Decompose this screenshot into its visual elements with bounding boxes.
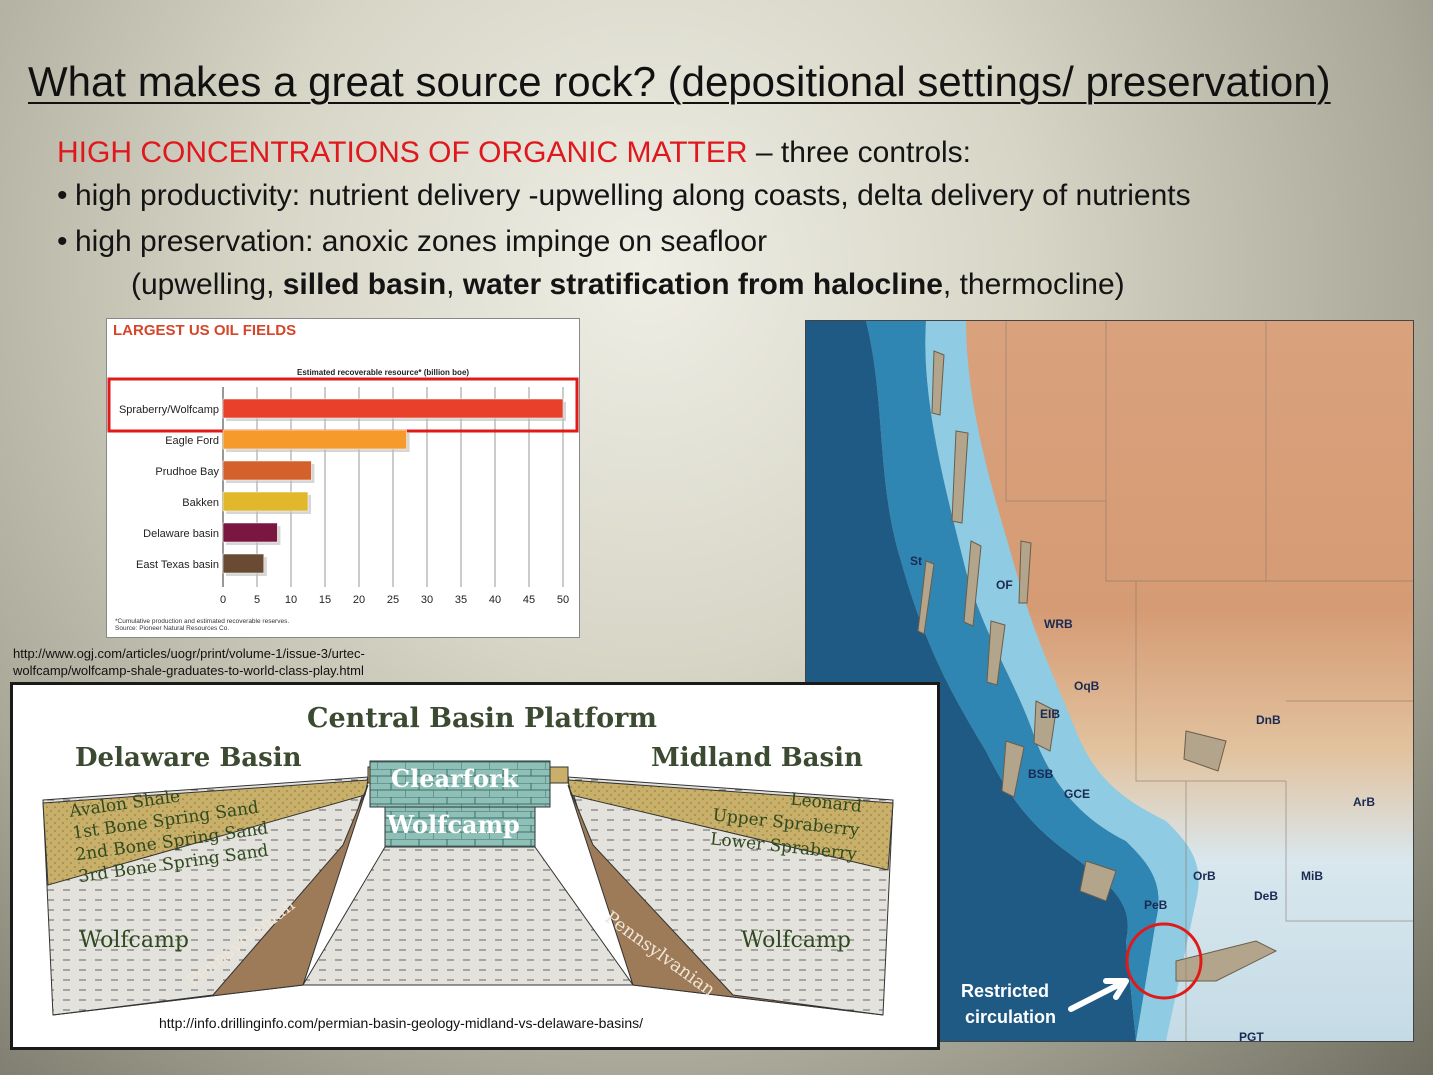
map-label: EIB [1040,707,1061,721]
chart-tick-label: 25 [387,594,399,606]
map-label: PGT [1239,1030,1264,1042]
midland-basin-label: Midland Basin [651,743,863,773]
chart-category-label: Prudhoe Bay [155,466,219,478]
oil-fields-chart: 0 5 10 15 20 25 30 35 40 45 50 Spraberry/Wolfcamp Ea… [106,318,580,638]
bullet-icon: • [57,179,68,212]
halocline-text: water stratification from halocline [462,268,943,301]
details-comma: , [446,268,463,301]
controls-heading: HIGH CONCENTRATIONS OF ORGANIC MATTER – … [57,136,971,170]
bullet-preservation: • high preservation: anoxic zones impinge… [57,225,767,259]
source-url-drillinginfo[interactable]: http://info.drillinginfo.com/permian-bas… [159,1015,643,1031]
chart-bar [222,553,265,574]
map-label: DeB [1254,889,1279,903]
map-label: OF [996,578,1013,592]
chart-tick-label: 5 [254,594,260,606]
permian-basin-cross-section: Central Basin Platform Delaware Basin Mi… [10,682,940,1050]
chart-category-label: Eagle Ford [165,435,219,447]
chart-axis-label: Estimated recoverable resource* (billion… [297,368,470,377]
map-label: DnB [1256,713,1281,727]
bullet-productivity: • high productivity: nutrient delivery -u… [57,179,1191,213]
bullet-preservation-text: high preservation: anoxic zones impinge … [75,225,768,258]
chart-category-label: East Texas basin [136,559,219,571]
chart-bar [222,522,278,543]
map-label: St [910,554,922,568]
chart-category-label: Bakken [182,497,219,509]
clearfork-label: Clearfork [391,764,519,793]
chart-tick-label: 50 [557,594,569,606]
organic-matter-heading: HIGH CONCENTRATIONS OF ORGANIC MATTER [57,136,748,169]
chart-category-label: Delaware basin [143,528,219,540]
chart-bar [222,429,407,450]
chart-tick-label: 45 [523,594,535,606]
source-url-ogj-line2: wolfcamp/wolfcamp-shale-graduates-to-wor… [13,663,364,678]
left-wolfcamp-label: Wolfcamp [79,928,189,953]
bullet-productivity-text: high productivity: nutrient delivery -up… [75,179,1191,212]
chart-tick-label: 30 [421,594,433,606]
callout-line1: Restricted [961,981,1050,1001]
chart-tick-label: 40 [489,594,501,606]
chart-tick-label: 0 [220,594,226,606]
chart-tick-label: 15 [319,594,331,606]
center-wolfcamp-label: Wolfcamp [387,810,520,839]
chart-title: LARGEST US OIL FIELDS [113,322,297,339]
midland-units: Leonard Upper Spraberry Lower Spraberry [706,779,863,866]
map-label: MiB [1301,869,1323,883]
map-label: PeB [1144,898,1168,912]
bullet-icon: • [57,225,68,258]
map-label: WRB [1044,617,1073,631]
silled-basin-text: silled basin [282,268,447,301]
chart-tick-label: 20 [353,594,365,606]
map-label: OqB [1074,679,1100,693]
chart-tick-label: 35 [455,594,467,606]
central-basin-platform-label: Central Basin Platform [307,703,657,734]
chart-footnote-line1: *Cumulative production and estimated rec… [115,618,290,625]
chart-bar [222,460,312,481]
chart-source: Source: Pioneer Natural Resources Co. [115,625,230,632]
delaware-basin-label: Delaware Basin [75,743,302,773]
callout-line2: circulation [965,1007,1057,1027]
chart-bar [222,398,564,419]
restricted-circulation-callout: Restricted circulation [961,978,1056,1030]
map-label: ArB [1353,795,1376,809]
three-controls-text: – three controls: [747,136,972,169]
chart-footnote: *Cumulative production and estimated rec… [115,618,289,632]
chart-category-label: Spraberry/Wolfcamp [119,404,219,416]
details-open: (upwelling, [131,268,283,301]
details-close: , thermocline) [942,268,1125,301]
map-label: OrB [1193,869,1216,883]
source-url-ogj[interactable]: http://www.ogj.com/articles/uogr/print/v… [13,645,365,679]
chart-tick-label: 10 [285,594,297,606]
map-label: BSB [1028,767,1054,781]
chart-canvas: 0 5 10 15 20 25 30 35 40 45 50 Spraberry/Wolfcamp Ea… [107,377,579,606]
right-wolfcamp-label: Wolfcamp [741,928,851,953]
map-label: GCE [1064,787,1091,801]
chart-bar [222,491,309,512]
preservation-details: (upwelling, silled basin, water stratifi… [131,268,1125,302]
slide-title: What makes a great source rock? (deposit… [28,58,1331,105]
source-url-ogj-line1: http://www.ogj.com/articles/uogr/print/v… [13,646,365,661]
